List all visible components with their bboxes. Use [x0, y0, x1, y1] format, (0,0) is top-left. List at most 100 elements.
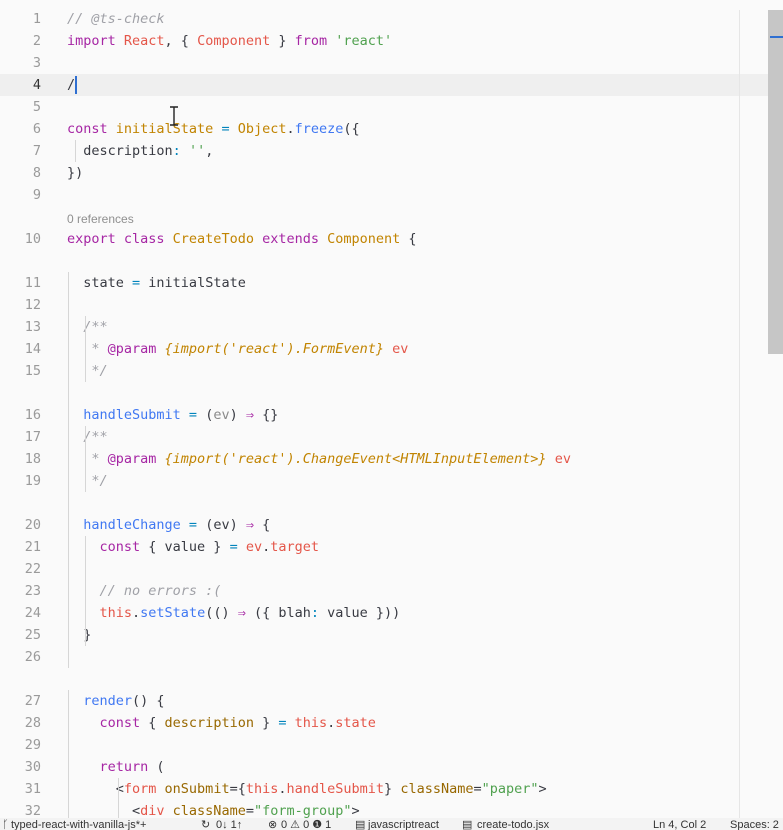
status-position[interactable]: Ln 4, Col 2 — [653, 819, 706, 830]
code-line[interactable]: 29 — [0, 734, 783, 756]
status-file[interactable]: create-todo.jsx — [477, 819, 549, 830]
code-line[interactable]: 18 * @param {import('react').ChangeEvent… — [0, 448, 783, 470]
code-token: = — [245, 803, 254, 818]
code-token: = — [188, 517, 206, 533]
code-token: state — [67, 275, 133, 291]
code-line[interactable]: 2 import React, { Component } from 'react… — [0, 30, 783, 52]
language-icon: ▤ — [355, 819, 366, 830]
code-token: this — [294, 715, 328, 731]
status-language[interactable]: javascriptreact — [368, 819, 439, 830]
code-text: }) — [67, 162, 83, 184]
text-caret — [75, 76, 77, 94]
code-line[interactable]: 22 — [0, 558, 783, 580]
status-spaces[interactable]: Spaces: 2 — [730, 819, 779, 830]
code-token: */ — [67, 473, 108, 489]
code-text: * @param {import('react').ChangeEvent<HT… — [67, 448, 571, 470]
code-line[interactable]: 26 — [0, 646, 783, 668]
code-token: = — [278, 715, 295, 731]
code-line[interactable]: 23 // no errors :( — [0, 580, 783, 602]
code-token: ev — [392, 341, 409, 357]
code-token: ⇒ — [245, 407, 263, 423]
code-line[interactable]: 4/ — [0, 74, 783, 96]
branch-icon: ᚴ — [2, 819, 9, 830]
code-text: /** — [67, 316, 107, 338]
code-text: const initialState = Object.freeze({ — [67, 118, 360, 140]
code-line[interactable]: 24 this.setState(() ⇒ ({ blah: value })) — [0, 602, 783, 624]
code-token: . — [132, 605, 141, 621]
code-token: {} — [262, 407, 279, 423]
code-line[interactable]: 16 handleSubmit = (ev) ⇒ {} — [0, 404, 783, 426]
indent-guide — [68, 690, 69, 818]
code-line[interactable]: 11 state = initialState — [0, 272, 783, 294]
code-line[interactable]: 21 const { value } = ev.target — [0, 536, 783, 558]
code-text: / — [67, 74, 75, 96]
code-line[interactable]: 10 export class CreateTodo extends Compon… — [0, 228, 783, 250]
code-token: const — [67, 715, 149, 731]
indent-guide — [75, 140, 76, 162]
code-token: { — [148, 715, 165, 731]
line-number: 7 — [32, 143, 41, 159]
code-token: '' — [188, 143, 206, 159]
status-sync[interactable]: 0↓ 1↑ — [216, 819, 242, 830]
codelens-references[interactable]: 0 references — [67, 209, 134, 229]
code-text: state = initialState — [67, 272, 246, 294]
vertical-scrollbar-thumb[interactable] — [768, 10, 783, 354]
code-editor[interactable]: 1 // @ts-check 2 import React, { Component … — [0, 0, 783, 818]
code-line[interactable]: 17 /** — [0, 426, 783, 448]
code-line[interactable]: 30 return ( — [0, 756, 783, 778]
code-token: = — [132, 275, 149, 291]
code-line[interactable]: 20 handleChange = (ev) ⇒ { — [0, 514, 783, 536]
code-token: onSubmit — [164, 781, 230, 797]
code-text: import React, { Component } from 'react' — [67, 30, 392, 52]
code-line[interactable]: 1 // @ts-check — [0, 8, 783, 30]
code-token: Component — [327, 231, 401, 247]
code-text: description: '', — [67, 140, 213, 162]
code-text: <form onSubmit={this.handleSubmit} class… — [67, 778, 547, 800]
code-line[interactable]: 25 } — [0, 624, 783, 646]
code-token: ⇒ — [245, 517, 263, 533]
code-line[interactable]: 12 — [0, 294, 783, 316]
line-number: 13 — [24, 319, 41, 335]
line-number: 29 — [24, 737, 41, 753]
line-number: 27 — [24, 693, 41, 709]
line-number: 32 — [24, 803, 41, 818]
code-token: { value } — [148, 539, 230, 555]
code-line[interactable]: 7 description: '', — [0, 140, 783, 162]
code-line[interactable]: 6 const initialState = Object.freeze({ — [0, 118, 783, 140]
code-token: */ — [67, 363, 108, 379]
line-number: 11 — [24, 275, 41, 291]
indent-guide — [85, 426, 86, 492]
code-token: ({ — [343, 121, 360, 137]
line-number: 28 — [24, 715, 41, 731]
code-line[interactable]: 13 /** — [0, 316, 783, 338]
code-token: description — [164, 715, 254, 731]
code-token: "form-group" — [253, 803, 352, 818]
code-text: handleSubmit = (ev) ⇒ {} — [67, 404, 278, 426]
code-token: 'react' — [335, 33, 393, 49]
code-line[interactable]: 15 */ — [0, 360, 783, 382]
code-token: ={ — [229, 781, 246, 797]
code-text: return ( — [67, 756, 165, 778]
code-line[interactable]: 9 — [0, 184, 783, 206]
code-line[interactable]: 3 — [0, 52, 783, 74]
code-line[interactable]: 14 * @param {import('react').FormEvent} … — [0, 338, 783, 360]
code-token: / — [67, 77, 76, 93]
code-token: description — [67, 143, 173, 159]
code-text: const { description } = this.state — [67, 712, 376, 734]
code-token: value })) — [327, 605, 401, 621]
code-token: . — [262, 539, 271, 555]
code-token: // @ts-check — [67, 11, 165, 27]
code-line[interactable]: 19 */ — [0, 470, 783, 492]
line-number: 2 — [32, 33, 41, 49]
code-line[interactable]: 5 — [0, 96, 783, 118]
status-branch[interactable]: typed-react-with-vanilla-js*+ — [11, 819, 146, 830]
code-token: (() — [205, 605, 238, 621]
code-token: handleSubmit — [67, 407, 189, 423]
code-line[interactable]: 28 const { description } = this.state — [0, 712, 783, 734]
status-problems[interactable]: 0 ⚠ 0 ❶ 1 — [281, 819, 331, 830]
line-number: 26 — [24, 649, 41, 665]
code-text: this.setState(() ⇒ ({ blah: value })) — [67, 602, 401, 624]
code-line[interactable]: 8}) — [0, 162, 783, 184]
code-token: ev — [554, 451, 571, 467]
code-line[interactable]: 27 render() { — [0, 690, 783, 712]
